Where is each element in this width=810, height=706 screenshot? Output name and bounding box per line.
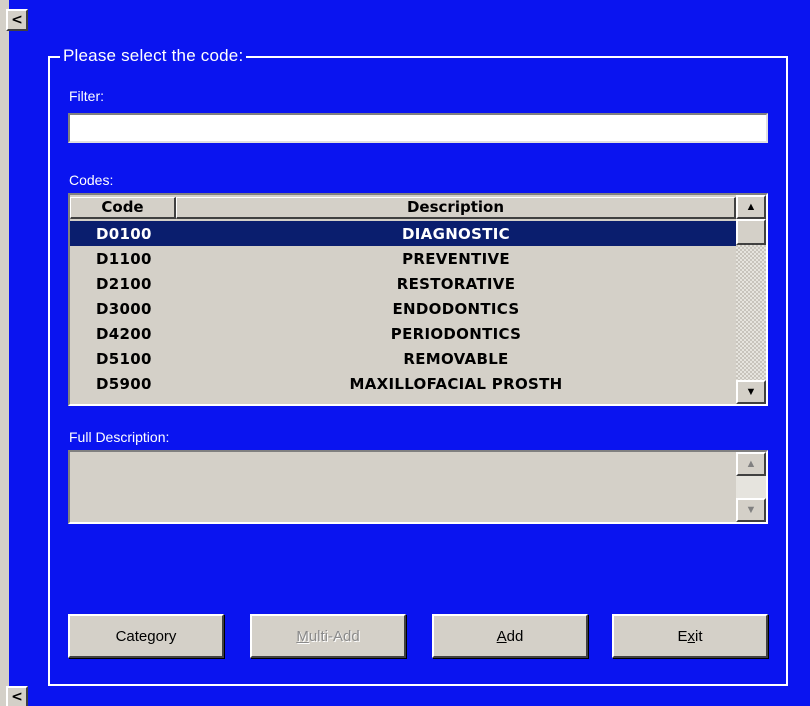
code-cell: D4200	[96, 324, 152, 343]
scroll-down-button[interactable]: ▼	[736, 380, 766, 404]
scroll-up-button[interactable]: ▲	[736, 452, 766, 476]
add-button-label: dd	[506, 627, 524, 645]
table-row[interactable]: D5900 MAXILLOFACIAL PROSTH	[70, 371, 736, 396]
chevron-left-icon: <	[11, 689, 23, 705]
exit-button-accelerator: x	[687, 627, 696, 645]
code-cell: D0100	[96, 224, 152, 243]
exit-button-label: it	[695, 627, 703, 645]
window-left-edge	[0, 0, 9, 706]
group-title: Please select the code:	[60, 46, 247, 66]
description-cell: ENDODONTICS	[392, 299, 520, 318]
full-description-scrollbar[interactable]: ▲ ▼	[736, 452, 766, 522]
category-button-label: Category	[115, 627, 177, 645]
add-button-accelerator: A	[496, 627, 507, 645]
exit-button[interactable]: Ex it	[612, 614, 768, 658]
arrow-down-icon: ▼	[745, 386, 757, 398]
table-row[interactable]: D0100 DIAGNOSTIC	[70, 221, 736, 246]
code-cell: D2100	[96, 274, 152, 293]
scroll-up-button[interactable]: ▲	[736, 195, 766, 219]
multi-add-button-label: ulti-Add	[308, 627, 360, 645]
full-description-field[interactable]	[68, 450, 768, 524]
codes-scrollbar[interactable]: ▲ ▼	[736, 195, 766, 404]
description-cell: PREVENTIVE	[402, 249, 510, 268]
multi-add-button-accelerator: M	[296, 627, 309, 645]
scrollbar-thumb[interactable]	[736, 219, 766, 245]
add-button[interactable]: Add	[432, 614, 588, 658]
scroll-left-button-bottom[interactable]: <	[6, 686, 28, 706]
table-row[interactable]: D5100 REMOVABLE	[70, 346, 736, 371]
description-cell: DIAGNOSTIC	[402, 224, 510, 243]
filter-label: Filter:	[69, 88, 104, 104]
code-cell: D1100	[96, 249, 152, 268]
table-row[interactable]: D2100 RESTORATIVE	[70, 271, 736, 296]
arrow-down-icon: ▼	[745, 504, 757, 516]
column-header-code[interactable]: Code	[70, 197, 176, 219]
code-cell: D5900	[96, 374, 152, 393]
arrow-up-icon: ▲	[745, 458, 757, 470]
table-row[interactable]: D3000 ENDODONTICS	[70, 296, 736, 321]
description-cell: REMOVABLE	[403, 349, 509, 368]
exit-button-label-pre: E	[677, 627, 688, 645]
column-header-description[interactable]: Description	[176, 197, 736, 219]
description-cell: MAXILLOFACIAL PROSTH	[349, 374, 563, 393]
table-row[interactable]: D4200 PERIODONTICS	[70, 321, 736, 346]
code-cell: D3000	[96, 299, 152, 318]
table-row[interactable]: D1100 PREVENTIVE	[70, 246, 736, 271]
chevron-left-icon: <	[11, 12, 23, 28]
arrow-up-icon: ▲	[745, 201, 757, 213]
description-cell: RESTORATIVE	[396, 274, 516, 293]
codes-list[interactable]: Code Description D0100 DIAGNOSTIC D1100 PRE…	[68, 193, 768, 406]
scroll-left-button-top[interactable]: <	[6, 9, 28, 31]
codes-label: Codes:	[69, 172, 114, 188]
category-button[interactable]: Category	[68, 614, 224, 658]
codes-rows: D0100 DIAGNOSTIC D1100 PREVENTIVE D2100 RESTO…	[70, 221, 736, 396]
scroll-down-button[interactable]: ▼	[736, 498, 766, 522]
filter-input[interactable]	[68, 113, 768, 143]
full-description-label: Full Description:	[69, 429, 170, 445]
code-cell: D5100	[96, 349, 152, 368]
multi-add-button[interactable]: Multi-Add	[250, 614, 406, 658]
codes-list-header: Code Description	[70, 197, 736, 219]
description-cell: PERIODONTICS	[390, 324, 522, 343]
